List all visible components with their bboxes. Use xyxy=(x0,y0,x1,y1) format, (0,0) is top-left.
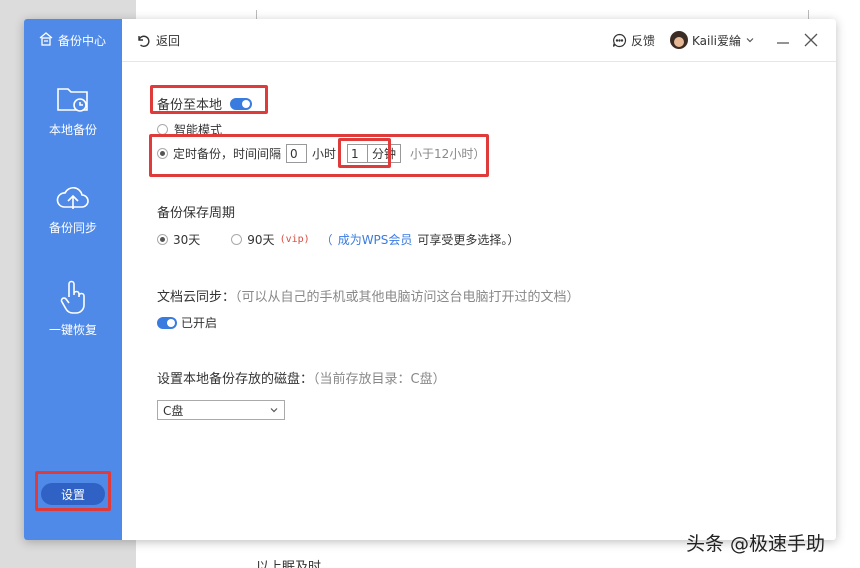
backup-center-dialog: 备份中心 本地备份 备份同步 一键恢复 设置 返回 反馈 Kaili爱綸 备份至… xyxy=(24,19,836,540)
minutes-unit-select[interactable]: 分钟 xyxy=(367,144,402,163)
cloud-sync-row: 文档云同步：（可以从自己的手机或其他电脑访问这台电脑打开过的文档） xyxy=(157,286,580,305)
disk-current: （当前存放目录：C盘） xyxy=(313,372,446,387)
cloud-sync-status-row: 已开启 xyxy=(157,314,217,331)
sidebar-item-label: 一键恢复 xyxy=(48,323,97,337)
retention-options: 30天 90天 (vip) （ 成为WPS会员 可享受更多选择。） xyxy=(157,231,519,248)
sidebar-item-one-click-restore[interactable]: 一键恢复 xyxy=(24,279,122,338)
title-bar: 返回 反馈 Kaili爱綸 xyxy=(122,19,836,62)
timed-backup-option: 定时备份，时间间隔 小时 分钟 小于12小时） xyxy=(157,144,485,163)
disk-select[interactable]: C盘 xyxy=(157,400,285,420)
sidebar-item-label: 备份同步 xyxy=(48,221,97,235)
settings-button[interactable]: 设置 xyxy=(41,483,105,505)
cloud-sync-title: 文档云同步： xyxy=(157,290,236,305)
retention-90-radio[interactable] xyxy=(231,234,243,245)
close-button[interactable] xyxy=(802,31,820,49)
smart-mode-option[interactable]: 智能模式 xyxy=(157,121,222,138)
sidebar-item-backup-sync[interactable]: 备份同步 xyxy=(24,183,122,236)
main-panel: 返回 反馈 Kaili爱綸 备份至本地 智能模式 定时备份，时间间隔 0 小时 … xyxy=(122,19,836,540)
member-tail: 可享受更多选择。） xyxy=(417,233,520,247)
cloud-sync-status: 已开启 xyxy=(181,316,218,330)
sidebar: 备份中心 本地备份 备份同步 一键恢复 设置 xyxy=(24,19,122,540)
feedback-label: 反馈 xyxy=(631,34,656,48)
feedback-button[interactable]: 反馈 xyxy=(612,32,655,49)
cloud-upload-icon xyxy=(56,187,89,209)
close-icon xyxy=(804,33,818,47)
vip-tag: (vip) xyxy=(279,234,310,245)
local-backup-title: 备份至本地 xyxy=(157,98,223,113)
sidebar-item-label: 本地备份 xyxy=(48,123,97,137)
sidebar-item-local-backup[interactable]: 本地备份 xyxy=(24,85,122,138)
retention-90-label: 90天 xyxy=(247,233,275,247)
timed-backup-label: 定时备份，时间间隔 xyxy=(173,147,282,161)
avatar xyxy=(670,31,688,49)
minimize-button[interactable] xyxy=(774,31,792,49)
chevron-down-icon xyxy=(746,38,754,43)
minimize-icon xyxy=(777,42,789,44)
disk-title: 设置本地备份存放的磁盘： xyxy=(157,372,314,387)
cloud-sync-toggle[interactable] xyxy=(157,316,177,329)
chevron-down-icon xyxy=(270,408,278,413)
hours-unit: 小时 xyxy=(312,147,337,161)
paren-open: （ xyxy=(320,233,333,247)
sidebar-title-label: 备份中心 xyxy=(58,34,107,48)
sidebar-title: 备份中心 xyxy=(38,31,106,50)
user-menu[interactable]: Kaili爱綸 xyxy=(670,31,755,49)
folder-clock-icon xyxy=(57,88,88,112)
hours-input[interactable] xyxy=(286,144,308,163)
chat-bubble-icon xyxy=(612,33,627,48)
user-name: Kaili爱綸 xyxy=(692,33,742,48)
backup-center-icon xyxy=(38,31,54,50)
cloud-sync-desc: （可以从自己的手机或其他电脑访问这台电脑打开过的文档） xyxy=(235,290,580,305)
local-backup-row: 备份至本地 xyxy=(157,94,253,113)
disk-row: 设置本地备份存放的磁盘：（当前存放目录：C盘） xyxy=(157,368,446,387)
smart-mode-label: 智能模式 xyxy=(174,123,223,137)
local-backup-toggle[interactable] xyxy=(230,97,253,110)
retention-30-label: 30天 xyxy=(173,233,201,247)
back-label: 返回 xyxy=(156,34,181,48)
undo-arrow-icon xyxy=(138,35,150,47)
watermark: 头条 @极速手助 xyxy=(686,533,826,555)
back-button[interactable]: 返回 xyxy=(136,32,180,49)
hand-pointer-icon xyxy=(60,280,85,314)
background-footer-text: 以上眠及时 xyxy=(256,560,322,568)
minutes-input[interactable] xyxy=(347,144,369,163)
retention-title: 备份保存周期 xyxy=(157,206,236,221)
retention-30-radio[interactable] xyxy=(157,234,168,245)
smart-mode-radio[interactable] xyxy=(157,124,168,135)
interval-hint: 小于12小时） xyxy=(410,147,486,161)
wps-member-link[interactable]: 成为WPS会员 xyxy=(338,231,413,248)
disk-selected-value: C盘 xyxy=(163,403,184,418)
timed-backup-radio[interactable] xyxy=(157,148,168,159)
